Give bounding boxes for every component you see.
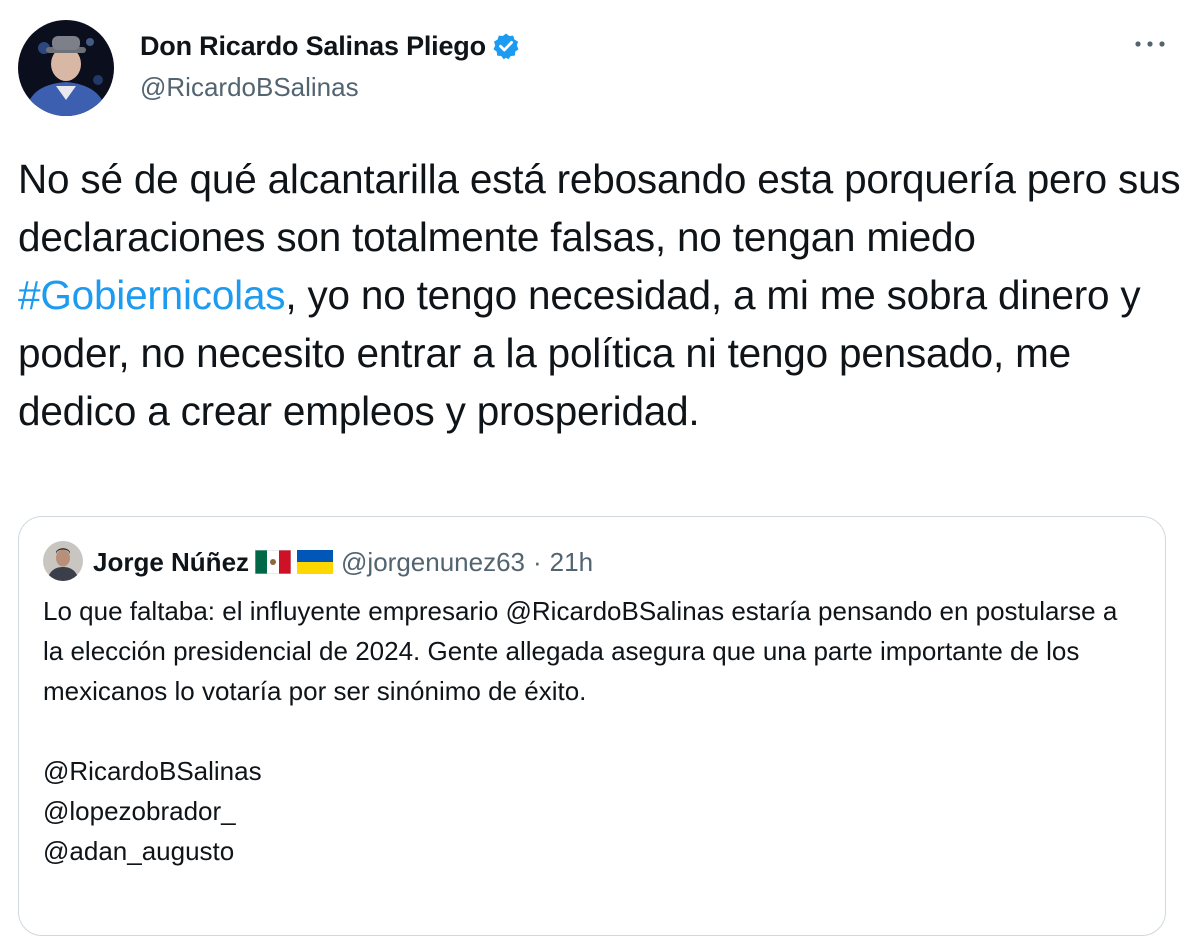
quoted-timestamp[interactable]: 21h [550,547,593,578]
ukraine-flag-icon [297,550,334,574]
quoted-tweet[interactable]: Jorge Núñez @jorgenunez63 · 21h Lo que f… [18,516,1166,936]
mention-link[interactable]: @RicardoBSalinas [43,751,1143,791]
author-avatar[interactable] [18,20,114,116]
quoted-header: Jorge Núñez @jorgenunez63 · 21h [93,545,593,579]
tweet-card: Don Ricardo Salinas Pliego @RicardoBSali… [0,0,1200,936]
tweet-text: No sé de qué alcantarilla está rebosando… [18,150,1183,440]
more-options-icon[interactable] [1130,34,1170,54]
quoted-text-body: Lo que faltaba: el influyente empresario… [43,596,1118,706]
separator-dot: · [533,546,542,577]
quoted-text: Lo que faltaba: el influyente empresario… [43,591,1143,871]
author-display-name[interactable]: Don Ricardo Salinas Pliego [140,31,486,62]
author-handle[interactable]: @RicardoBSalinas [140,72,359,103]
mention-link[interactable]: @adan_augusto [43,831,1143,871]
hashtag-link[interactable]: #Gobiernicolas [18,272,286,318]
tweet-text-before: No sé de qué alcantarilla está rebosando… [18,156,1181,260]
mexico-flag-icon [255,550,292,574]
mention-link[interactable]: @lopezobrador_ [43,791,1143,831]
quoted-author-avatar[interactable] [43,541,83,581]
author-name-row[interactable]: Don Ricardo Salinas Pliego [140,30,520,62]
quoted-display-name[interactable]: Jorge Núñez [93,547,249,578]
quoted-handle[interactable]: @jorgenunez63 [341,547,525,578]
verified-badge-icon[interactable] [492,32,520,60]
